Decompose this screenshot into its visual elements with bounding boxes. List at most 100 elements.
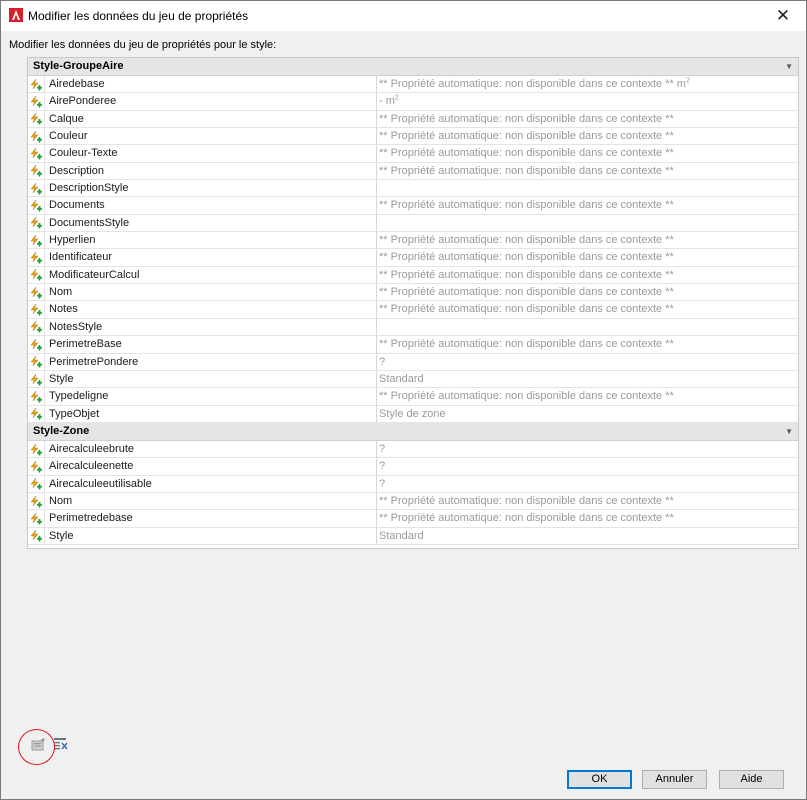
property-value[interactable]: ** Propriété automatique: non disponible… (377, 267, 798, 285)
group-title: Style-GroupeAire (33, 60, 124, 72)
property-value-text: ** Propriété automatique: non disponible… (379, 147, 674, 160)
property-value-text: Standard (379, 372, 424, 385)
property-value-text: ** Propriété automatique: non disponible… (379, 112, 674, 125)
property-row[interactable]: Hyperlien ** Propriété automatique: non d… (28, 232, 798, 250)
property-value-text: Style de zone (379, 407, 446, 420)
property-value-text: ? (379, 355, 386, 368)
property-value[interactable]: ? (377, 458, 798, 476)
property-row[interactable]: Airecalculeebrute? (28, 440, 798, 459)
property-value[interactable]: ** Propriété automatique: non disponible… (377, 111, 798, 129)
property-row[interactable]: Style Standard (28, 527, 798, 545)
dialog-window: Modifier les données du jeu de propriété… (0, 0, 807, 800)
property-row[interactable]: DescriptionStyle (28, 180, 798, 198)
property-row[interactable]: Perimetredebase ** Propriété automatique:… (28, 510, 798, 528)
property-value[interactable]: ** Propriété automatique: non disponible… (377, 284, 798, 302)
ok-button[interactable]: OK (567, 770, 632, 789)
property-value[interactable]: ? (377, 476, 798, 493)
property-grid[interactable]: Style-GroupeAire ▼ Airedebase ** Propriété … (27, 57, 799, 549)
property-value[interactable]: - m2 (377, 93, 798, 111)
property-name: Style (45, 370, 377, 389)
automatic-property-icon (28, 353, 45, 371)
property-row[interactable]: Couleur ** Propriété automatique: non dis… (28, 128, 798, 146)
property-value[interactable]: ** Propriété automatique: non disponible… (377, 510, 798, 528)
property-row[interactable]: Airecalculeenette? (28, 458, 798, 476)
unit-exponent: 2 (394, 94, 399, 102)
property-name: Documents (45, 197, 377, 215)
property-value[interactable]: ** Propriété automatique: non disponible… (377, 197, 798, 215)
property-row[interactable]: DocumentsStyle (28, 214, 798, 233)
property-row[interactable]: Documents ** Propriété automatique: non d… (28, 197, 798, 215)
close-button[interactable]: ✕ (760, 1, 806, 31)
property-row[interactable]: Identificateur ** Propriété automatique: … (28, 249, 798, 267)
automatic-property-icon (28, 492, 45, 511)
property-name: NotesStyle (45, 318, 377, 337)
automatic-property-icon (28, 458, 45, 476)
property-name: PerimetrePondere (45, 353, 377, 371)
property-name: DocumentsStyle (45, 214, 377, 233)
property-value[interactable]: ** Propriété automatique: non disponible… (377, 249, 798, 267)
property-name: Couleur (45, 128, 377, 146)
property-value[interactable]: ? (377, 354, 798, 371)
property-name: Calque (45, 110, 377, 129)
property-value-text: ? (379, 477, 386, 490)
property-value[interactable]: ** Propriété automatique: non disponible… (377, 336, 798, 354)
property-value[interactable] (377, 180, 798, 198)
property-row[interactable]: Airecalculeeutilisable? (28, 475, 798, 493)
property-value[interactable] (377, 319, 798, 337)
cancel-button[interactable]: Annuler (642, 770, 707, 789)
property-value[interactable] (377, 215, 798, 233)
property-row[interactable]: Calque ** Propriété automatique: non disp… (28, 110, 798, 129)
property-row[interactable]: Description ** Propriété automatique: non… (28, 162, 798, 181)
automatic-property-icon (28, 232, 45, 250)
unit-exponent: 2 (685, 77, 690, 85)
property-row[interactable]: Notes ** Propriété automatique: non dispo… (28, 301, 798, 319)
property-value[interactable]: ** Propriété automatique: non disponible… (377, 145, 798, 163)
property-row[interactable]: Style Standard (28, 370, 798, 389)
help-button[interactable]: Aide (719, 770, 784, 789)
property-name: Identificateur (45, 249, 377, 267)
property-row[interactable]: TypeObjet Style de zone (28, 405, 798, 423)
automatic-property-icon (28, 214, 45, 233)
property-name: Nom (45, 284, 377, 302)
automatic-property-icon (28, 440, 45, 459)
property-row[interactable]: PerimetrePondere? (28, 353, 798, 371)
property-value[interactable]: ** Propriété automatique: non disponible… (377, 232, 798, 250)
property-value[interactable]: Style de zone (377, 406, 798, 423)
property-value[interactable]: ? (377, 441, 798, 459)
property-name: Airecalculeenette (45, 458, 377, 476)
property-value-text: ** Propriété automatique: non disponible… (379, 164, 674, 177)
property-row[interactable]: PerimetreBase ** Propriété automatique: n… (28, 336, 798, 354)
remove-property-set-icon[interactable] (53, 737, 69, 751)
automatic-property-icon (28, 128, 45, 146)
property-value[interactable]: ** Propriété automatique: non disponible… (377, 388, 798, 406)
property-value-text: ** Propriété automatique: non disponible… (379, 390, 674, 403)
property-value[interactable]: ** Propriété automatique: non disponible… (377, 163, 798, 181)
automatic-property-icon (28, 284, 45, 302)
property-row[interactable]: NotesStyle (28, 318, 798, 337)
group-header[interactable]: Style-Zone ▼ (28, 422, 798, 441)
property-row[interactable]: Airedebase ** Propriété automatique: non … (28, 76, 798, 94)
automatic-property-icon (28, 145, 45, 163)
automatic-property-icon (28, 180, 45, 198)
property-value[interactable]: ** Propriété automatique: non disponible… (377, 76, 798, 94)
property-name: Perimetredebase (45, 510, 377, 528)
group-header[interactable]: Style-GroupeAire ▼ (28, 58, 798, 76)
property-value[interactable]: ** Propriété automatique: non disponible… (377, 301, 798, 319)
property-row[interactable]: ModificateurCalcul ** Propriété automatiq… (28, 266, 798, 285)
chevron-down-icon[interactable]: ▼ (785, 58, 793, 75)
property-row[interactable]: Couleur-Texte ** Propriété automatique: n… (28, 145, 798, 163)
property-value-text: ? (379, 460, 386, 473)
title-bar: Modifier les données du jeu de propriété… (1, 1, 806, 31)
property-row[interactable]: AirePonderee - m2 (28, 93, 798, 111)
property-name: Notes (45, 301, 377, 319)
property-value[interactable]: Standard (377, 528, 798, 545)
property-name: Couleur-Texte (45, 145, 377, 163)
property-value-text: ** Propriété automatique: non disponible… (379, 494, 674, 507)
property-row[interactable]: Typedeligne ** Propriété automatique: non… (28, 388, 798, 406)
property-value[interactable]: Standard (377, 371, 798, 389)
property-value[interactable]: ** Propriété automatique: non disponible… (377, 493, 798, 511)
chevron-down-icon[interactable]: ▼ (785, 423, 793, 440)
property-row[interactable]: Nom ** Propriété automatique: non disponi… (28, 284, 798, 302)
property-value[interactable]: ** Propriété automatique: non disponible… (377, 128, 798, 146)
property-row[interactable]: Nom ** Propriété automatique: non disponi… (28, 492, 798, 511)
